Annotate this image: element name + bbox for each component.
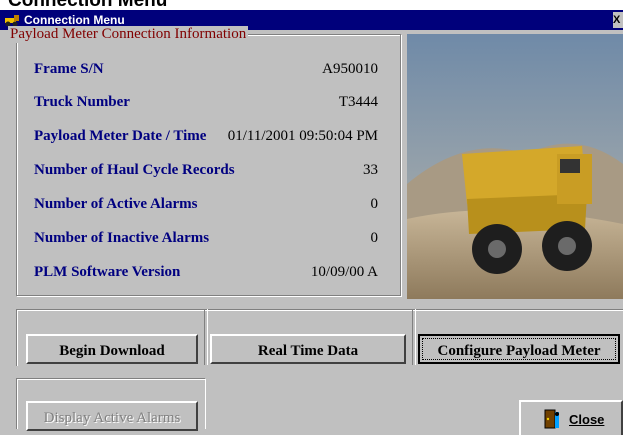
truck-number-value: T3444 xyxy=(338,94,378,110)
software-version-value: 10/09/00 A xyxy=(310,264,378,280)
haul-cycle-label: Number of Haul Cycle Records xyxy=(34,162,235,178)
display-active-alarms-button[interactable]: Display Active Alarms xyxy=(26,401,198,431)
haul-cycle-row: Number of Haul Cycle Records 33 xyxy=(34,159,378,181)
truck-number-row: Truck Number T3444 xyxy=(34,91,378,113)
software-version-label: PLM Software Version xyxy=(34,264,181,280)
window-close-button[interactable]: X xyxy=(613,12,623,28)
page-heading: Connection Menu xyxy=(0,0,623,10)
inactive-alarms-label: Number of Inactive Alarms xyxy=(34,230,210,246)
haul-cycle-value: 33 xyxy=(363,162,378,178)
truck-number-label: Truck Number xyxy=(34,94,130,110)
datetime-value: 01/11/2001 09:50:04 PM xyxy=(227,128,378,144)
door-exit-icon xyxy=(543,408,561,433)
group-title: Payload Meter Connection Information xyxy=(8,26,249,43)
frame-sn-label: Frame S/N xyxy=(34,61,104,77)
panel-divider xyxy=(204,309,208,365)
datetime-row: Payload Meter Date / Time 01/11/2001 09:… xyxy=(34,125,378,147)
frame-sn-row: Frame S/N A950010 xyxy=(34,58,378,80)
close-button-label: Close xyxy=(569,412,605,427)
software-version-row: PLM Software Version 10/09/00 A xyxy=(34,261,378,283)
real-time-data-button[interactable]: Real Time Data xyxy=(210,334,406,364)
active-alarms-row: Number of Active Alarms 0 xyxy=(34,193,378,215)
inactive-alarms-value: 0 xyxy=(370,230,379,246)
active-alarms-label: Number of Active Alarms xyxy=(34,196,198,212)
inactive-alarms-row: Number of Inactive Alarms 0 xyxy=(34,227,378,249)
begin-download-button[interactable]: Begin Download xyxy=(26,334,198,364)
configure-payload-meter-button[interactable]: Configure Payload Meter xyxy=(418,334,620,364)
datetime-label: Payload Meter Date / Time xyxy=(34,128,207,144)
active-alarms-value: 0 xyxy=(370,196,379,212)
panel-divider xyxy=(412,309,416,365)
haul-truck-photo xyxy=(407,34,623,299)
frame-sn-value: A950010 xyxy=(322,61,378,77)
close-button[interactable]: Close xyxy=(519,400,623,435)
